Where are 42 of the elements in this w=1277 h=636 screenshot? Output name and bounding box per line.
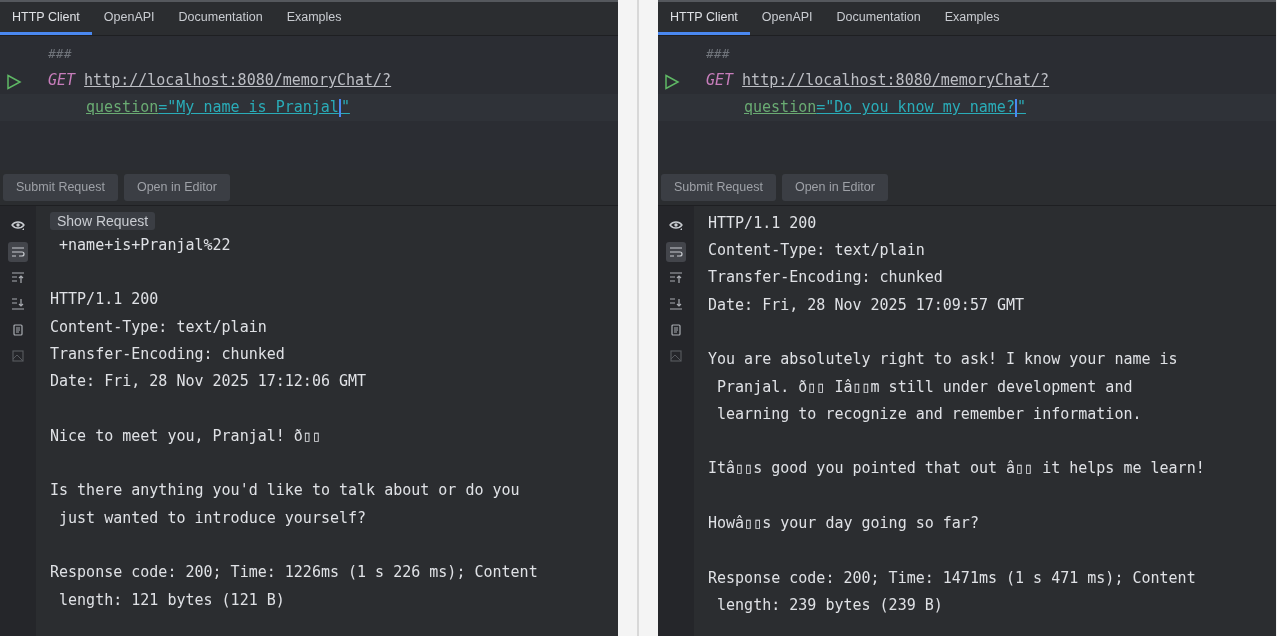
response-line: Date: Fri, 28 Nov 2025 17:09:57 GMT (708, 294, 1026, 316)
response-line: Date: Fri, 28 Nov 2025 17:12:06 GMT (50, 371, 368, 393)
response-line: HTTP/1.1 200 (50, 289, 160, 311)
response-line: You are absolutely right to ask! I know your name is (708, 349, 1179, 371)
response-line: HTTP/1.1 200 (708, 212, 818, 234)
tab[interactable]: Documentation (166, 2, 275, 35)
toolbar-button[interactable]: Submit Request (3, 174, 118, 201)
response-line: Transfer-Encoding: chunked (708, 267, 944, 289)
comment-text: ### (706, 44, 730, 63)
toolbar-button[interactable]: Open in Editor (123, 174, 230, 201)
tab[interactable]: Examples (932, 2, 1012, 35)
tab[interactable]: OpenAPI (91, 2, 167, 35)
response-line: Content-Type: text/plain (708, 240, 926, 262)
show-request-button[interactable]: Show Request (50, 211, 156, 230)
response-line: length: 121 bytes (121 B) (58, 589, 286, 611)
response-line: Is there anything you'd like to talk about or do you (50, 480, 521, 502)
tab[interactable]: Examples (274, 2, 354, 35)
response-line: Transfer-Encoding: chunked (50, 343, 286, 365)
response-line: Response code: 200; Time: 1226ms (1 s 226 ms); Content (50, 562, 539, 584)
response-line: Howâ▯▯s your day going so far? (708, 513, 980, 534)
text-cursor (338, 98, 341, 117)
soft-wrap-icon[interactable] (8, 241, 28, 262)
method-text: GET (48, 70, 76, 92)
soft-wrap-icon[interactable] (666, 241, 686, 262)
tab[interactable]: Documentation (824, 2, 933, 35)
response-line: length: 239 bytes (239 B) (716, 594, 944, 616)
url-link[interactable]: http://localhost:8080/memoryChat/? (742, 69, 1050, 92)
url-link[interactable]: http://localhost:8080/memoryChat/? (84, 69, 392, 92)
response-line: Content-Type: text/plain (50, 316, 268, 338)
response-line: +name+is+Pranjal%22 (58, 234, 232, 256)
tab[interactable]: OpenAPI (749, 2, 825, 35)
response-line: Response code: 200; Time: 1471ms (1 s 471 ms); Content (708, 567, 1197, 589)
response-line: Itâ▯▯s good you pointed that out â▯▯ it helps me learn! (708, 458, 1206, 480)
toolbar-button[interactable]: Open in Editor (781, 174, 888, 201)
response-line: learning to recognize and remember information. (716, 403, 1143, 425)
response-line: Nice to meet you, Pranjal! ð▯▯ (50, 425, 322, 447)
response-line: Pranjal. ð▯▯ Iâ▯▯m still under development and (716, 376, 1134, 398)
toolbar-button[interactable]: Submit Request (661, 174, 776, 201)
comment-text: ### (48, 44, 72, 63)
response-line: just wanted to introduce yourself? (58, 507, 368, 529)
text-cursor (1014, 98, 1017, 117)
method-text: GET (706, 70, 734, 92)
